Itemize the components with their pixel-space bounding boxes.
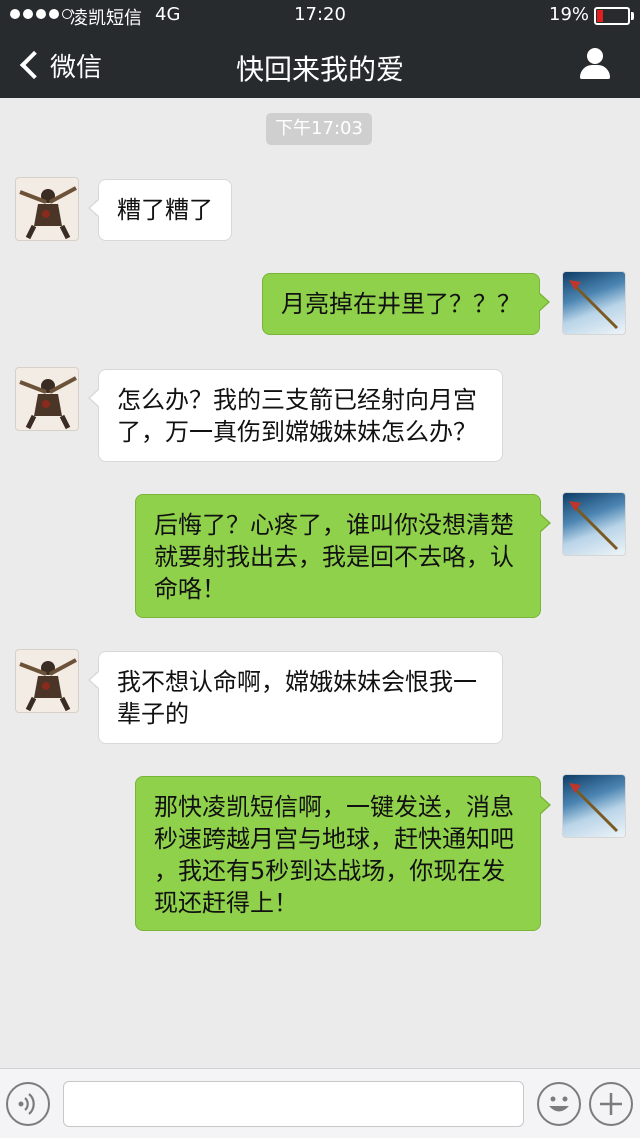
arrow-avatar-image xyxy=(569,783,619,833)
chat-title: 快回来我的爱 xyxy=(235,53,404,86)
message-line: 糟了糟了 xyxy=(117,196,213,224)
message-line: 后悔了？心疼了，谁叫你没想清楚 xyxy=(154,511,514,539)
message-bubble-incoming[interactable]: 怎么办？我的三支箭已经射向月宫 了，万一真伤到嫦娥妹妹怎么办？ xyxy=(88,369,503,462)
message-bubble-incoming[interactable]: 糟了糟了 xyxy=(88,179,232,241)
status-bar: 凌凯短信 4G 17:20 19% xyxy=(0,0,640,32)
emoji-button[interactable] xyxy=(537,1082,581,1126)
message-timestamp: 下午17:03 xyxy=(266,113,372,145)
battery-level xyxy=(597,10,603,22)
message-line: 怎么办？我的三支箭已经射向月宫 xyxy=(117,386,477,414)
message-bubble-incoming[interactable]: 我不想认命啊，嫦娥妹妹会恨我一 辈子的 xyxy=(88,651,503,744)
message-line: 我不想认命啊，嫦娥妹妹会恨我一 xyxy=(117,668,477,696)
message-line: 就要射我出去，我是回不去咯，认 xyxy=(154,543,514,571)
warrior-avatar-image xyxy=(19,376,77,430)
my-avatar[interactable] xyxy=(562,492,626,556)
message-input[interactable] xyxy=(63,1081,524,1127)
warrior-avatar-image xyxy=(19,658,77,712)
contact-avatar[interactable] xyxy=(15,177,79,241)
arrow-avatar-image xyxy=(569,501,619,551)
message-bubble-outgoing[interactable]: 月亮掉在井里了？？？ xyxy=(262,273,550,335)
battery-tip xyxy=(631,12,634,20)
contact-avatar[interactable] xyxy=(15,649,79,713)
user-icon[interactable] xyxy=(580,48,610,80)
message-line: 秒速跨越月宫与地球，赶快通知吧 xyxy=(154,825,514,853)
battery-icon xyxy=(594,7,630,25)
more-button[interactable] xyxy=(589,1082,633,1126)
user-icon-head xyxy=(587,48,603,64)
message-line: 那快凌凯短信啊，一键发送，消息 xyxy=(154,793,514,821)
contact-avatar[interactable] xyxy=(15,367,79,431)
message-bubble-outgoing[interactable]: 后悔了？心疼了，谁叫你没想清楚 就要射我出去，我是回不去咯，认 命咯！ xyxy=(135,494,551,618)
nav-bar: 微信 快回来我的爱 xyxy=(0,32,640,98)
battery-percent: 19% xyxy=(549,4,590,25)
message-line: 现还赶得上！ xyxy=(154,889,298,917)
top-bar: 凌凯短信 4G 17:20 19% 微信 快回来我的爱 xyxy=(0,0,640,98)
message-line: ，我还有5秒到达战场，你现在发 xyxy=(154,857,506,885)
warrior-avatar-image xyxy=(19,186,77,240)
my-avatar[interactable] xyxy=(562,271,626,335)
input-bar xyxy=(0,1068,640,1138)
voice-icon xyxy=(18,1093,35,1115)
arrow-avatar-image xyxy=(569,280,619,330)
plus-icon xyxy=(600,1093,622,1115)
emoji-icon xyxy=(549,1096,569,1112)
message-line: 了，万一真伤到嫦娥妹妹怎么办？ xyxy=(117,418,477,446)
message-line: 月亮掉在井里了？？？ xyxy=(281,290,521,318)
user-icon-body xyxy=(580,65,610,79)
status-time: 17:20 xyxy=(294,4,346,25)
chat-screen: 凌凯短信 4G 17:20 19% 微信 快回来我的爱 下午17:03 糟了糟了… xyxy=(0,0,640,1138)
message-line: 命咯！ xyxy=(154,575,226,603)
message-line: 辈子的 xyxy=(117,700,189,728)
my-avatar[interactable] xyxy=(562,774,626,838)
voice-button[interactable] xyxy=(6,1082,50,1126)
message-bubble-outgoing[interactable]: 那快凌凯短信啊，一键发送，消息 秒速跨越月宫与地球，赶快通知吧 ，我还有5秒到达… xyxy=(135,776,551,931)
